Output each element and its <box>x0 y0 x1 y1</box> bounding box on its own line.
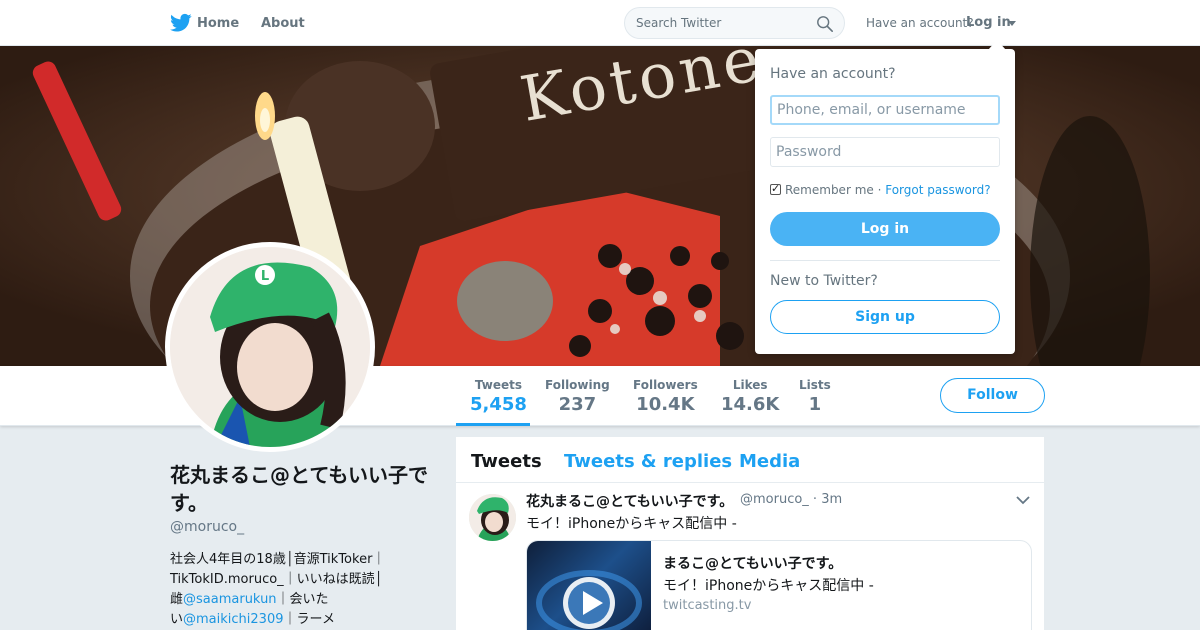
profile-bio: 社会人4年目の18歳│音源TikToker｜ TikTokID.moruco_｜… <box>170 550 410 630</box>
play-icon[interactable] <box>527 541 651 630</box>
search-box[interactable] <box>624 7 845 39</box>
card-description: モイ！iPhoneからキャス配信中 - <box>663 578 874 594</box>
stat-value: 237 <box>558 394 597 415</box>
bio-line: 社会人4年目の18歳│音源TikToker｜ <box>170 552 386 567</box>
caret-down-icon[interactable] <box>1008 21 1016 26</box>
bio-mention-link[interactable]: @saamarukun <box>183 592 277 607</box>
have-account-text: Have an account? <box>866 16 974 30</box>
password-field[interactable] <box>770 137 1000 167</box>
twitter-bird-icon[interactable] <box>170 13 192 33</box>
dropdown-heading: Have an account? <box>770 66 896 82</box>
search-input[interactable] <box>636 14 806 32</box>
svg-text:L: L <box>261 269 269 284</box>
dropdown-arrow <box>988 40 1006 50</box>
stat-likes[interactable]: Likes 14.6K <box>721 378 779 415</box>
login-dropdown: Have an account? Remember me · Forgot pa… <box>755 49 1015 354</box>
chevron-down-icon[interactable] <box>1016 495 1030 505</box>
bio-mention-link[interactable]: @maikichi2309 <box>183 612 283 627</box>
bio-line: TikTokID.moruco_｜いいねは既読│ <box>170 572 383 587</box>
timeline-panel: Tweets Tweets & replies Media 花丸まるこ@とてもい… <box>456 437 1044 630</box>
divider <box>770 260 1000 261</box>
avatar-photo: L <box>170 247 370 447</box>
tab-media[interactable]: Media <box>739 451 800 472</box>
nav-home-link[interactable]: Home <box>197 16 239 31</box>
stat-value: 14.6K <box>721 394 780 415</box>
stat-label: Lists <box>799 378 831 392</box>
separator: · <box>873 183 886 197</box>
follow-button[interactable]: Follow <box>940 378 1045 413</box>
login-dropdown-toggle[interactable]: Log in <box>966 15 1011 30</box>
remember-me-row: Remember me · Forgot password? <box>770 182 991 197</box>
profile-avatar[interactable]: L <box>165 242 375 452</box>
timeline-tabs: Tweets Tweets & replies Media <box>456 437 1044 483</box>
bio-line: 雌@saamarukun｜会いた <box>170 590 410 610</box>
stat-tweets[interactable]: Tweets 5,458 <box>470 378 527 415</box>
stat-label: Followers <box>633 378 698 392</box>
bio-text: ｜会いた <box>276 592 329 607</box>
card-url: twitcasting.tv <box>663 598 752 613</box>
stat-value: 1 <box>808 394 822 415</box>
remember-me-label[interactable]: Remember me <box>785 183 874 197</box>
top-navigation-bar: Home About Have an account? Log in <box>0 0 1200 46</box>
tweet-text: モイ！iPhoneからキャス配信中 - <box>526 516 737 532</box>
tweet-link-card[interactable]: まるこ@とてもいい子です。 モイ！iPhoneからキャス配信中 - twitca… <box>526 540 1032 630</box>
tweet-author-name[interactable]: 花丸まるこ@とてもいい子です。 <box>526 491 733 511</box>
signup-button[interactable]: Sign up <box>770 300 1000 334</box>
username-field[interactable] <box>770 95 1000 125</box>
new-to-twitter-text: New to Twitter? <box>770 273 878 289</box>
search-icon[interactable] <box>816 15 834 33</box>
card-title: まるこ@とてもいい子です。 <box>663 556 843 572</box>
stat-lists[interactable]: Lists 1 <box>799 378 831 415</box>
remember-me-checkbox[interactable] <box>770 182 781 195</box>
bio-text: い <box>170 612 184 627</box>
bio-text: 雌 <box>170 592 184 607</box>
nav-about-link[interactable]: About <box>261 16 305 31</box>
stat-following[interactable]: Following 237 <box>545 378 610 415</box>
stat-value: 5,458 <box>470 394 527 415</box>
login-button[interactable]: Log in <box>770 212 1000 246</box>
stat-label: Following <box>545 378 610 392</box>
stat-label: Tweets <box>474 378 523 392</box>
active-stat-underline <box>456 423 530 426</box>
tab-tweets-and-replies[interactable]: Tweets & replies <box>564 451 732 472</box>
stat-followers[interactable]: Followers 10.4K <box>633 378 698 415</box>
stat-label: Likes <box>732 378 768 392</box>
card-thumbnail <box>527 541 651 630</box>
bio-text: ｜ラーメ <box>283 612 335 627</box>
bio-line: い@maikichi2309｜ラーメ <box>170 610 410 630</box>
profile-name: 花丸まるこ@とてもいい子です。 <box>170 463 428 515</box>
tweet-meta[interactable]: @moruco_ · 3m <box>740 492 842 507</box>
tab-tweets[interactable]: Tweets <box>471 451 542 472</box>
stat-value: 10.4K <box>636 394 695 415</box>
tweet-avatar-photo <box>469 494 516 541</box>
profile-handle[interactable]: @moruco_ <box>170 519 244 535</box>
tweet-author-avatar[interactable] <box>469 494 516 541</box>
forgot-password-link[interactable]: Forgot password? <box>885 183 990 197</box>
